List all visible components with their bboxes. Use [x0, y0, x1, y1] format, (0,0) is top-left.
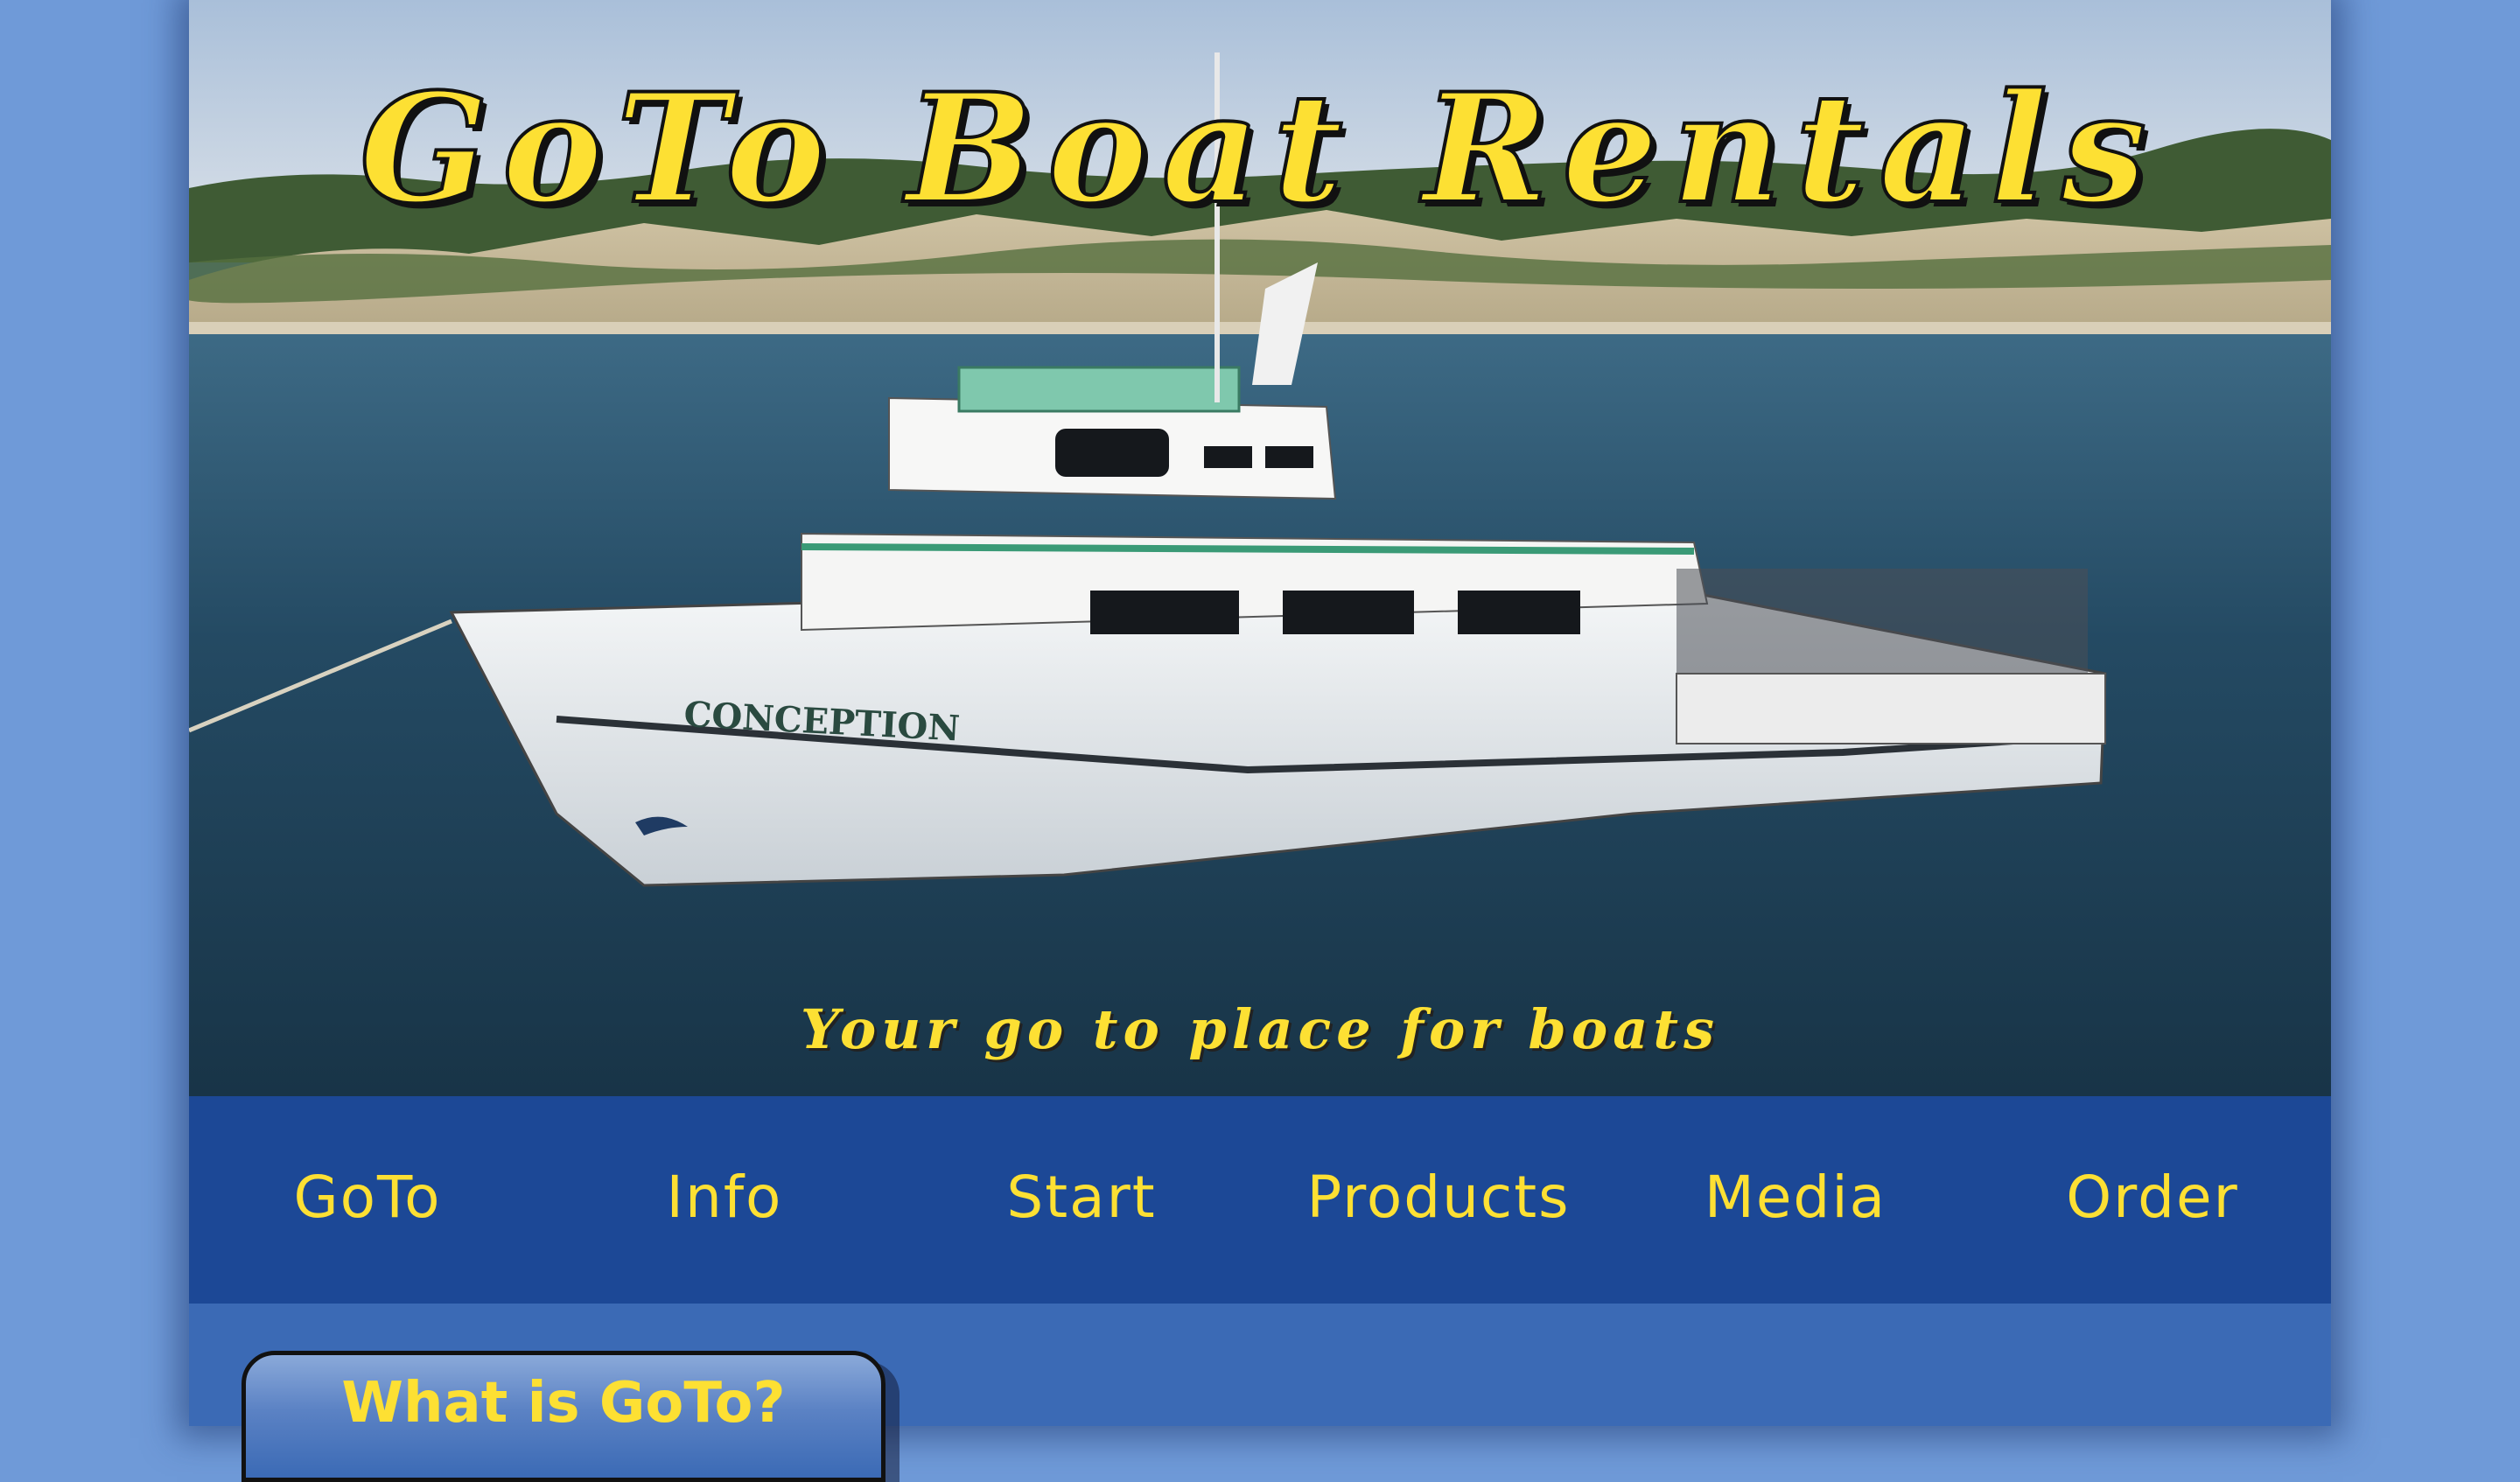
main-navigation: GoTo Info Start Products Media Order — [189, 1096, 2331, 1304]
page-container: CONCEPTION GoTo Boat Rentals Your go to … — [189, 0, 2331, 1482]
nav-item-info[interactable]: Info — [546, 1164, 903, 1236]
nav-item-order[interactable]: Order — [1974, 1164, 2331, 1236]
site-tagline: Your go to place for boats — [801, 997, 1719, 1061]
nav-item-products[interactable]: Products — [1260, 1164, 1617, 1236]
site-title: GoTo Boat Rentals — [358, 58, 2160, 239]
what-is-goto-card: What is GoTo? — [242, 1351, 886, 1482]
main-content: What is GoTo? — [189, 1304, 2331, 1482]
nav-item-start[interactable]: Start — [903, 1164, 1260, 1236]
hero-banner: CONCEPTION GoTo Boat Rentals Your go to … — [189, 0, 2331, 1096]
nav-item-goto[interactable]: GoTo — [189, 1164, 546, 1236]
nav-item-media[interactable]: Media — [1617, 1164, 1974, 1236]
